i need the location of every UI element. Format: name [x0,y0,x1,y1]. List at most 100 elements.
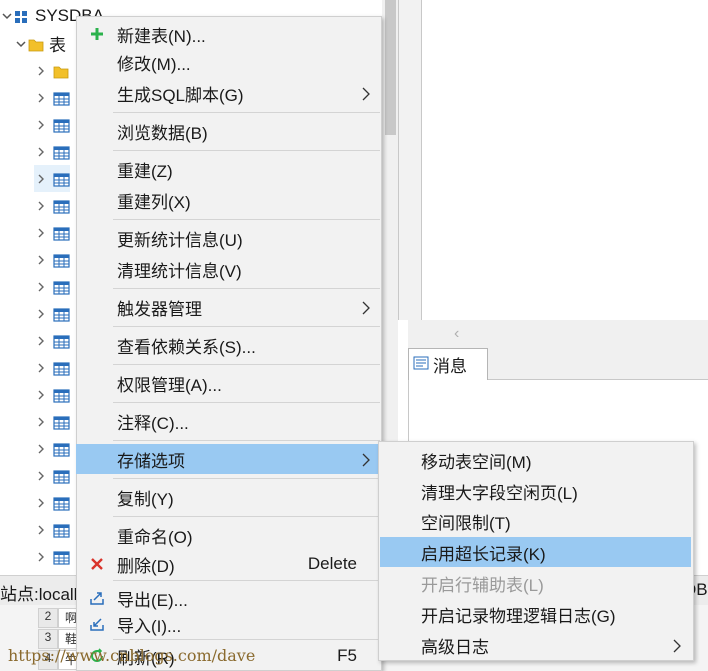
tree-node-table[interactable] [34,489,70,516]
table-icon [53,334,70,349]
menu-item-clear-stats[interactable]: 清理统计信息(V) [76,254,382,284]
table-icon [53,361,70,376]
chevron-right-icon[interactable] [34,307,48,321]
submenu-item-label: 开启记录物理逻辑日志(G) [421,606,616,626]
chevron-down-icon[interactable] [0,9,14,23]
menu-item-label: 重命名(O) [117,527,193,547]
submenu-item-move-tablespace[interactable]: 移动表空间(M) [380,445,691,475]
table-icon [53,442,70,457]
tab-messages[interactable]: 消息 [408,348,488,380]
tree-node-table[interactable] [34,462,70,489]
menu-separator [113,288,380,289]
submenu-item-enable-long-row[interactable]: 启用超长记录(K) [380,537,691,567]
chevron-right-icon[interactable] [34,91,48,105]
chevron-right-icon[interactable] [34,388,48,402]
menu-separator [113,440,380,441]
tree-node-table[interactable] [34,381,70,408]
tree-node-table[interactable] [34,300,70,327]
tree-node-table[interactable] [34,273,70,300]
menu-item-update-stats[interactable]: 更新统计信息(U) [76,223,382,253]
submenu-item-label: 启用超长记录(K) [421,544,546,564]
table-icon [53,388,70,403]
menu-item-label: 浏览数据(B) [117,123,208,143]
menu-item-view-dependencies[interactable]: 查看依赖关系(S)... [76,330,382,360]
menu-item-label: 新建表(N)... [117,26,206,46]
editor-hscrollbar[interactable] [408,320,708,346]
chevron-right-icon[interactable] [34,172,48,186]
scroll-left-icon[interactable]: ‹ [454,325,459,343]
table-icon [53,172,70,187]
menu-item-new-table[interactable]: 新建表(N)... [76,19,382,49]
submenu-item-clean-lob-pages[interactable]: 清理大字段空闲页(L) [380,476,691,506]
status-connection: 站点:localh [0,585,84,604]
tree-node-table[interactable] [34,543,70,570]
tree-node-tables[interactable]: 表 [14,30,66,57]
tree-node-table[interactable] [34,327,70,354]
table-icon [53,253,70,268]
submenu-item-enable-physical-logical-log[interactable]: 开启记录物理逻辑日志(G) [380,599,691,629]
menu-item-browse-data[interactable]: 浏览数据(B) [76,116,382,146]
tree-node-table[interactable] [34,111,70,138]
table-icon [53,91,70,106]
menu-item-comment[interactable]: 注释(C)... [76,406,382,436]
menu-item-rebuild-columns[interactable]: 重建列(X) [76,185,382,215]
chevron-right-icon[interactable] [34,415,48,429]
chevron-down-icon[interactable] [14,37,28,51]
menu-separator [113,364,380,365]
tree-node-table[interactable] [34,57,70,84]
menu-item-rebuild[interactable]: 重建(Z) [76,154,382,184]
tree-node-table[interactable] [34,165,70,192]
chevron-right-icon [362,86,370,106]
chevron-right-icon[interactable] [34,523,48,537]
menu-item-rename[interactable]: 重命名(O) [76,520,382,550]
menu-item-import[interactable]: 导入(I)... [76,609,382,639]
chevron-right-icon[interactable] [34,199,48,213]
sql-editor[interactable] [422,0,708,320]
chevron-right-icon[interactable] [34,334,48,348]
chevron-right-icon[interactable] [34,145,48,159]
delete-x-icon [88,555,106,573]
chevron-right-icon[interactable] [34,496,48,510]
chevron-right-icon[interactable] [34,118,48,132]
menu-item-label: 修改(M)... [117,54,191,74]
menu-item-copy[interactable]: 复制(Y) [76,482,382,512]
chevron-right-icon[interactable] [34,442,48,456]
menu-item-storage-options[interactable]: 存储选项 [76,444,382,474]
watermark-text: https://www.cnblogs.com/dave [8,646,256,665]
tree-node-table[interactable] [34,138,70,165]
tree-node-table[interactable] [34,354,70,381]
menu-item-label: 注释(C)... [117,413,189,433]
tree-node-table[interactable] [34,246,70,273]
chevron-right-icon[interactable] [34,361,48,375]
tree-scrollbar-thumb[interactable] [385,0,396,135]
menu-item-delete[interactable]: 删除(D) Delete [76,549,382,579]
chevron-right-icon [362,452,370,472]
chevron-right-icon[interactable] [34,64,48,78]
chevron-right-icon [362,300,370,320]
tree-node-table[interactable] [34,192,70,219]
menu-item-trigger-management[interactable]: 触发器管理 [76,292,382,322]
tree-node-table[interactable] [34,84,70,111]
menu-separator [113,402,380,403]
menu-item-label: 触发器管理 [117,299,202,319]
chevron-right-icon[interactable] [34,226,48,240]
menu-item-label: 更新统计信息(U) [117,230,243,250]
menu-item-label: 查看依赖关系(S)... [117,337,256,357]
menu-item-modify[interactable]: 修改(M)... [76,47,382,77]
chevron-right-icon[interactable] [34,550,48,564]
tree-node-table[interactable] [34,408,70,435]
menu-separator [113,580,380,581]
submenu-item-space-limit[interactable]: 空间限制(T) [380,506,691,536]
chevron-right-icon[interactable] [34,253,48,267]
menu-item-permissions[interactable]: 权限管理(A)... [76,368,382,398]
message-icon [413,355,429,375]
tree-node-table[interactable] [34,219,70,246]
menu-separator [113,639,380,640]
chevron-right-icon[interactable] [34,469,48,483]
chevron-right-icon[interactable] [34,280,48,294]
folder-icon [53,64,70,78]
tree-node-table[interactable] [34,516,70,543]
tree-node-table[interactable] [34,435,70,462]
menu-item-generate-sql[interactable]: 生成SQL脚本(G) [76,78,382,108]
submenu-item-advanced-log[interactable]: 高级日志 [380,630,691,660]
